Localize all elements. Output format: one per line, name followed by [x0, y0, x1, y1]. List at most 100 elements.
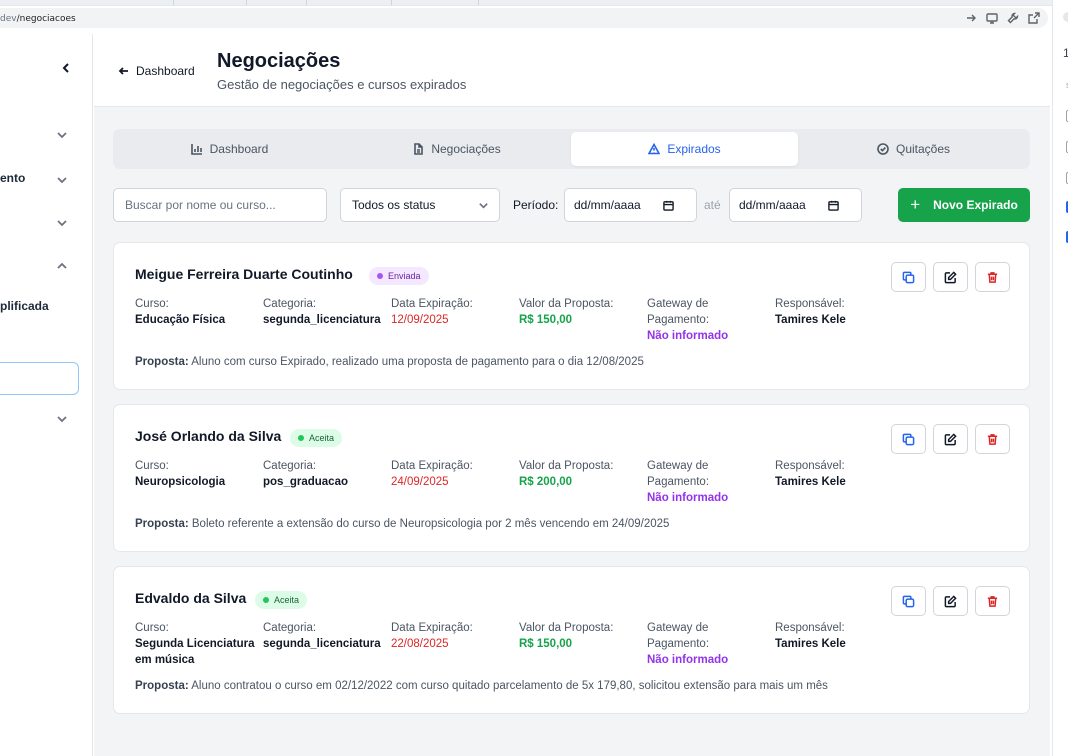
tab-label: Dashboard — [209, 142, 269, 156]
proposal-text: Proposta: Aluno com curso Expirado, real… — [135, 356, 644, 368]
status-select[interactable]: Todos os status — [340, 188, 500, 222]
chevron-up-icon[interactable] — [56, 259, 68, 271]
copy-icon — [902, 595, 915, 607]
edit-icon — [944, 270, 957, 283]
field-value: Tamires Kele — [775, 638, 846, 650]
wrench-icon[interactable] — [1007, 11, 1019, 31]
search-input[interactable] — [113, 188, 327, 222]
field-value: R$ 150,00 — [519, 638, 573, 650]
proposal-value-field: Valor da Proposta: R$ 200,00 — [519, 458, 639, 490]
expiry-date-field: Data Expiração: 24/09/2025 — [391, 458, 511, 490]
edit-button[interactable] — [933, 262, 968, 292]
tab-label: Expirados — [667, 142, 721, 156]
responsible-field: Responsável: Tamires Kele — [775, 620, 895, 652]
page-subtitle: Gestão de negociações e cursos expirados — [217, 77, 467, 92]
sidebar-item-active[interactable] — [0, 362, 79, 395]
proposal-label: Proposta: — [135, 356, 189, 368]
field-value: Educação Física — [135, 314, 226, 326]
field-label: Responsável: — [775, 460, 845, 472]
tab-label: Quitações — [895, 142, 951, 156]
tab-negociacoes[interactable]: Negociações — [343, 132, 570, 166]
delete-button[interactable] — [975, 586, 1010, 616]
proposal-value: Aluno contratou o curso em 02/12/2022 co… — [191, 680, 828, 692]
status-dot — [263, 597, 269, 603]
chevron-down-icon[interactable] — [56, 412, 68, 424]
chevron-down-icon[interactable] — [56, 173, 68, 185]
field-value: segunda_licenciatura — [263, 314, 381, 326]
field-value: pos_graduacao — [263, 476, 348, 488]
field-value: segunda_licenciatura — [263, 638, 381, 650]
status-badge: Enviada — [369, 267, 429, 285]
chevron-left-icon — [62, 63, 69, 73]
status-text: Aceita — [309, 433, 335, 443]
field-label: Gateway de Pagamento: — [647, 460, 710, 488]
trash-icon — [987, 433, 998, 445]
tab-divider — [173, 0, 174, 5]
category-field: Categoria: segunda_licenciatura — [263, 296, 383, 328]
status-select-value: Todos os status — [352, 198, 436, 212]
field-value: Neuropsicologia — [135, 476, 226, 488]
cast-icon[interactable] — [986, 11, 998, 31]
field-label: Responsável: — [775, 298, 845, 310]
calendar-icon[interactable] — [828, 200, 839, 211]
status-text: Enviada — [388, 271, 421, 281]
tab-expirados[interactable]: Expirados — [571, 132, 798, 166]
field-value: 12/09/2025 — [391, 314, 449, 326]
collapse-sidebar-button[interactable] — [58, 60, 74, 76]
category-field: Categoria: pos_graduacao — [263, 458, 383, 490]
responsible-field: Responsável: Tamires Kele — [775, 458, 895, 490]
record-card: Edvaldo da Silva Aceita Curso: Segunda Lice… — [113, 566, 1030, 714]
sidebar-item-label[interactable]: plificada — [0, 299, 49, 313]
sidebar-item-label[interactable]: ento — [0, 171, 25, 185]
app-window: dev/negociacoes 1 s ento plificada — [0, 0, 1068, 756]
field-value: Não informado — [647, 330, 729, 342]
plus-icon: + — [910, 194, 921, 214]
field-value: R$ 150,00 — [519, 314, 573, 326]
record-name: Edvaldo da Silva — [135, 590, 247, 606]
field-label: Categoria: — [263, 460, 317, 472]
chevron-down-icon[interactable] — [56, 216, 68, 228]
field-label: Valor da Proposta: — [519, 622, 614, 634]
field-label: Data Expiração: — [391, 460, 473, 472]
edit-button[interactable] — [933, 586, 968, 616]
field-label: Categoria: — [263, 298, 317, 310]
field-label: Data Expiração: — [391, 622, 473, 634]
trash-icon — [987, 595, 998, 607]
expiry-date-field: Data Expiração: 22/08/2025 — [391, 620, 511, 652]
status-text: Aceita — [274, 595, 300, 605]
delete-button[interactable] — [975, 262, 1010, 292]
browser-tab-strip — [0, 0, 1052, 6]
arrow-right-icon[interactable] — [965, 11, 977, 31]
document-icon — [414, 143, 424, 155]
calendar-icon[interactable] — [663, 200, 674, 211]
date-from-input[interactable]: dd/mm/aaaa — [564, 188, 697, 222]
tab-dashboard[interactable]: Dashboard — [116, 132, 343, 166]
copy-icon — [902, 433, 915, 445]
tab-divider — [306, 0, 307, 5]
edit-button[interactable] — [933, 424, 968, 454]
copy-button[interactable] — [891, 586, 926, 616]
side-panel: 1 s — [1052, 0, 1068, 756]
filter-bar: Todos os status Período: dd/mm/aaaa até … — [113, 188, 1030, 222]
copy-button[interactable] — [891, 424, 926, 454]
panel-tab[interactable] — [1063, 12, 1068, 22]
field-value: Tamires Kele — [775, 314, 846, 326]
open-external-icon[interactable] — [1028, 11, 1040, 31]
record-name: Meigue Ferreira Duarte Coutinho — [135, 266, 353, 282]
proposal-label: Proposta: — [135, 680, 189, 692]
delete-button[interactable] — [975, 424, 1010, 454]
chevron-down-icon — [479, 203, 488, 209]
new-expired-button[interactable]: + Novo Expirado — [898, 188, 1030, 222]
copy-button[interactable] — [891, 262, 926, 292]
address-bar[interactable]: dev/negociacoes — [0, 8, 1048, 28]
chevron-down-icon[interactable] — [56, 128, 68, 140]
field-value: Tamires Kele — [775, 476, 846, 488]
proposal-text: Proposta: Boleto referente a extensão do… — [135, 518, 669, 530]
back-to-dashboard-link[interactable]: Dashboard — [118, 64, 195, 78]
tab-quitacoes[interactable]: Quitações — [800, 132, 1027, 166]
date-to-input[interactable]: dd/mm/aaaa — [729, 188, 862, 222]
proposal-value: Aluno com curso Expirado, realizado uma … — [191, 356, 644, 368]
responsible-field: Responsável: Tamires Kele — [775, 296, 895, 328]
tab-divider — [478, 0, 479, 5]
arrow-left-icon — [118, 67, 128, 75]
